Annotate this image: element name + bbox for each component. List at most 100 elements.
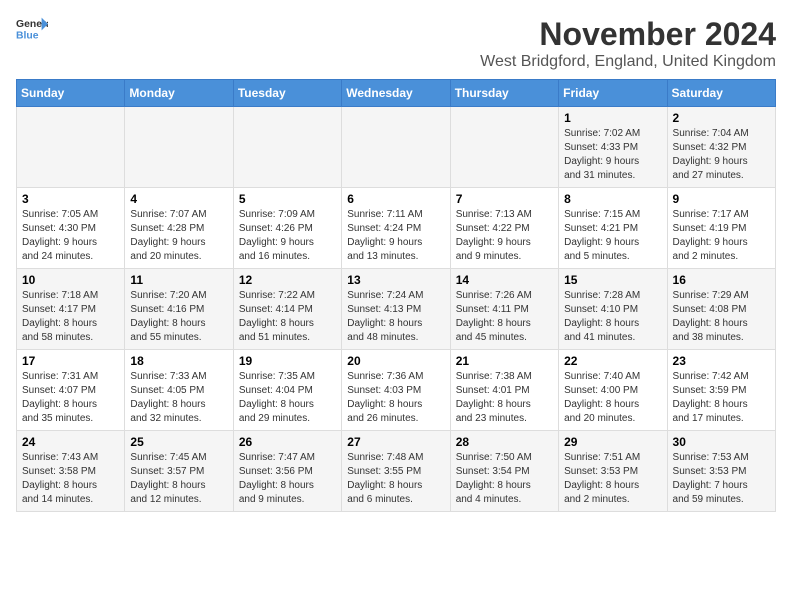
calendar-cell: 3 Sunrise: 7:05 AM Sunset: 4:30 PM Daylig…: [17, 188, 125, 269]
calendar-cell: [342, 107, 450, 188]
day-number: 29: [564, 435, 661, 449]
logo-icon: General Blue: [16, 16, 48, 44]
day-number: 1: [564, 111, 661, 125]
col-tuesday: Tuesday: [233, 80, 341, 107]
day-number: 21: [456, 354, 553, 368]
calendar-cell: 25Sunrise: 7:45 AM Sunset: 3:57 PM Dayli…: [125, 431, 233, 512]
day-info: Sunrise: 7:48 AM Sunset: 3:55 PM Dayligh…: [347, 451, 444, 507]
calendar-cell: 6 Sunrise: 7:11 AM Sunset: 4:24 PM Daylig…: [342, 188, 450, 269]
calendar-week-3: 10Sunrise: 7:18 AM Sunset: 4:17 PM Dayli…: [17, 269, 776, 350]
col-thursday: Thursday: [450, 80, 558, 107]
header-row: Sunday Monday Tuesday Wednesday Thursday…: [17, 80, 776, 107]
calendar-cell: 15 Sunrise: 7:28 AM Sunset: 4:10 PM Dayli…: [559, 269, 667, 350]
day-info: Sunrise: 7:22 AM Sunset: 4:14 PM Dayligh…: [239, 289, 336, 345]
day-info: Sunrise: 7:53 AM Sunset: 3:53 PM Dayligh…: [673, 451, 770, 507]
day-number: 17: [22, 354, 119, 368]
day-info: Sunrise: 7:05 AM Sunset: 4:30 PM Dayligh…: [22, 208, 119, 264]
calendar-cell: 1 Sunrise: 7:02 AM Sunset: 4:33 PM Daylig…: [559, 107, 667, 188]
day-info: Sunrise: 7:15 AM Sunset: 4:21 PM Dayligh…: [564, 208, 661, 264]
title-section: November 2024 West Bridgford, England, U…: [480, 16, 776, 71]
day-number: 30: [673, 435, 770, 449]
day-number: 12: [239, 273, 336, 287]
day-number: 28: [456, 435, 553, 449]
day-info: Sunrise: 7:07 AM Sunset: 4:28 PM Dayligh…: [130, 208, 227, 264]
day-number: 24: [22, 435, 119, 449]
calendar-week-2: 3 Sunrise: 7:05 AM Sunset: 4:30 PM Daylig…: [17, 188, 776, 269]
day-info: Sunrise: 7:17 AM Sunset: 4:19 PM Dayligh…: [673, 208, 770, 264]
calendar-week-1: 1 Sunrise: 7:02 AM Sunset: 4:33 PM Daylig…: [17, 107, 776, 188]
calendar-cell: 24 Sunrise: 7:43 AM Sunset: 3:58 PM Dayli…: [17, 431, 125, 512]
day-info: Sunrise: 7:40 AM Sunset: 4:00 PM Dayligh…: [564, 370, 661, 426]
svg-text:Blue: Blue: [16, 30, 39, 41]
day-info: Sunrise: 7:51 AM Sunset: 3:53 PM Dayligh…: [564, 451, 661, 507]
day-number: 11: [130, 273, 227, 287]
day-info: Sunrise: 7:24 AM Sunset: 4:13 PM Dayligh…: [347, 289, 444, 345]
calendar-cell: 8 Sunrise: 7:15 AM Sunset: 4:21 PM Daylig…: [559, 188, 667, 269]
calendar-cell: [450, 107, 558, 188]
calendar-cell: 22Sunrise: 7:40 AM Sunset: 4:00 PM Dayli…: [559, 350, 667, 431]
calendar-cell: 2 Sunrise: 7:04 AM Sunset: 4:32 PM Daylig…: [667, 107, 775, 188]
day-info: Sunrise: 7:35 AM Sunset: 4:04 PM Dayligh…: [239, 370, 336, 426]
day-info: Sunrise: 7:02 AM Sunset: 4:33 PM Dayligh…: [564, 127, 661, 183]
col-monday: Monday: [125, 80, 233, 107]
calendar-cell: 28 Sunrise: 7:50 AM Sunset: 3:54 PM Dayli…: [450, 431, 558, 512]
calendar-week-5: 24 Sunrise: 7:43 AM Sunset: 3:58 PM Dayli…: [17, 431, 776, 512]
calendar-cell: 7 Sunrise: 7:13 AM Sunset: 4:22 PM Daylig…: [450, 188, 558, 269]
calendar-cell: 20Sunrise: 7:36 AM Sunset: 4:03 PM Dayli…: [342, 350, 450, 431]
day-number: 16: [673, 273, 770, 287]
day-info: Sunrise: 7:47 AM Sunset: 3:56 PM Dayligh…: [239, 451, 336, 507]
day-number: 26: [239, 435, 336, 449]
day-info: Sunrise: 7:09 AM Sunset: 4:26 PM Dayligh…: [239, 208, 336, 264]
day-info: Sunrise: 7:50 AM Sunset: 3:54 PM Dayligh…: [456, 451, 553, 507]
day-info: Sunrise: 7:18 AM Sunset: 4:17 PM Dayligh…: [22, 289, 119, 345]
day-info: Sunrise: 7:36 AM Sunset: 4:03 PM Dayligh…: [347, 370, 444, 426]
header: General Blue November 2024 West Bridgfor…: [16, 16, 776, 71]
day-info: Sunrise: 7:38 AM Sunset: 4:01 PM Dayligh…: [456, 370, 553, 426]
calendar-cell: 17 Sunrise: 7:31 AM Sunset: 4:07 PM Dayli…: [17, 350, 125, 431]
day-number: 7: [456, 192, 553, 206]
page-title: November 2024: [480, 16, 776, 53]
day-number: 14: [456, 273, 553, 287]
day-info: Sunrise: 7:04 AM Sunset: 4:32 PM Dayligh…: [673, 127, 770, 183]
calendar-cell: 9 Sunrise: 7:17 AM Sunset: 4:19 PM Daylig…: [667, 188, 775, 269]
day-number: 3: [22, 192, 119, 206]
day-number: 27: [347, 435, 444, 449]
day-number: 2: [673, 111, 770, 125]
day-number: 4: [130, 192, 227, 206]
calendar-header: Sunday Monday Tuesday Wednesday Thursday…: [17, 80, 776, 107]
calendar-cell: [233, 107, 341, 188]
day-info: Sunrise: 7:13 AM Sunset: 4:22 PM Dayligh…: [456, 208, 553, 264]
col-friday: Friday: [559, 80, 667, 107]
calendar-cell: 12 Sunrise: 7:22 AM Sunset: 4:14 PM Dayli…: [233, 269, 341, 350]
calendar-cell: 4 Sunrise: 7:07 AM Sunset: 4:28 PM Daylig…: [125, 188, 233, 269]
calendar-cell: 13 Sunrise: 7:24 AM Sunset: 4:13 PM Dayli…: [342, 269, 450, 350]
calendar-cell: [125, 107, 233, 188]
day-number: 8: [564, 192, 661, 206]
day-number: 9: [673, 192, 770, 206]
day-info: Sunrise: 7:29 AM Sunset: 4:08 PM Dayligh…: [673, 289, 770, 345]
day-number: 19: [239, 354, 336, 368]
day-number: 15: [564, 273, 661, 287]
day-info: Sunrise: 7:28 AM Sunset: 4:10 PM Dayligh…: [564, 289, 661, 345]
day-number: 13: [347, 273, 444, 287]
col-saturday: Saturday: [667, 80, 775, 107]
calendar-cell: 10Sunrise: 7:18 AM Sunset: 4:17 PM Dayli…: [17, 269, 125, 350]
calendar-body: 1 Sunrise: 7:02 AM Sunset: 4:33 PM Daylig…: [17, 107, 776, 512]
calendar-cell: 11Sunrise: 7:20 AM Sunset: 4:16 PM Dayli…: [125, 269, 233, 350]
day-info: Sunrise: 7:42 AM Sunset: 3:59 PM Dayligh…: [673, 370, 770, 426]
page-subtitle: West Bridgford, England, United Kingdom: [480, 53, 776, 71]
day-number: 25: [130, 435, 227, 449]
calendar-cell: 18Sunrise: 7:33 AM Sunset: 4:05 PM Dayli…: [125, 350, 233, 431]
day-info: Sunrise: 7:11 AM Sunset: 4:24 PM Dayligh…: [347, 208, 444, 264]
col-sunday: Sunday: [17, 80, 125, 107]
day-number: 6: [347, 192, 444, 206]
col-wednesday: Wednesday: [342, 80, 450, 107]
day-info: Sunrise: 7:31 AM Sunset: 4:07 PM Dayligh…: [22, 370, 119, 426]
day-info: Sunrise: 7:43 AM Sunset: 3:58 PM Dayligh…: [22, 451, 119, 507]
calendar-cell: 23Sunrise: 7:42 AM Sunset: 3:59 PM Dayli…: [667, 350, 775, 431]
day-number: 18: [130, 354, 227, 368]
calendar-cell: 27 Sunrise: 7:48 AM Sunset: 3:55 PM Dayli…: [342, 431, 450, 512]
logo: General Blue: [16, 16, 48, 44]
calendar-cell: 16 Sunrise: 7:29 AM Sunset: 4:08 PM Dayli…: [667, 269, 775, 350]
calendar-cell: 30 Sunrise: 7:53 AM Sunset: 3:53 PM Dayli…: [667, 431, 775, 512]
